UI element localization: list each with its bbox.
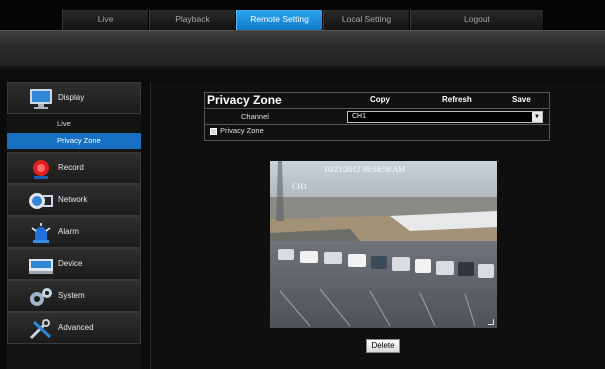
main-nav: Live Playback Remote Setting Local Setti… [62, 10, 544, 30]
channel-row: Channel CH1 ▼ [204, 110, 550, 125]
save-button[interactable]: Save [512, 95, 531, 104]
system-gears-icon [30, 288, 52, 306]
sidebar: Display Live Privacy Zone Record Network… [7, 82, 141, 369]
video-timestamp: 10/21/2012 09:58:58 AM [324, 165, 406, 174]
sidebar-item-label: System [58, 291, 85, 300]
sidebar-subitem-live[interactable]: Live [7, 116, 141, 132]
page-title: Privacy Zone [207, 93, 282, 107]
tab-playback[interactable]: Playback [149, 10, 236, 30]
tab-live[interactable]: Live [62, 10, 149, 30]
tab-remote-setting[interactable]: Remote Setting [236, 10, 323, 30]
channel-select[interactable]: CH1 ▼ [347, 111, 543, 123]
sidebar-item-system[interactable]: System [7, 280, 141, 312]
sidebar-item-label: Advanced [58, 323, 94, 332]
sidebar-item-label: Alarm [58, 227, 79, 236]
panel-header: Privacy Zone Copy Refresh Save [204, 92, 550, 109]
copy-button[interactable]: Copy [370, 95, 390, 104]
resize-handle-icon[interactable] [488, 319, 494, 325]
alarm-icon [31, 223, 51, 243]
camera-preview[interactable]: 10/21/2012 09:58:58 AM CH1 [270, 161, 497, 328]
sidebar-item-advanced[interactable]: Advanced [7, 312, 141, 344]
privacy-zone-checkbox-label: Privacy Zone [220, 126, 264, 135]
channel-value: CH1 [352, 113, 367, 120]
sidebar-item-label: Record [58, 163, 84, 172]
sidebar-item-device[interactable]: Device [7, 248, 141, 280]
sidebar-item-alarm[interactable]: Alarm [7, 216, 141, 248]
tab-logout[interactable]: Logout [410, 10, 544, 30]
sidebar-subitem-privacy-zone[interactable]: Privacy Zone [7, 133, 141, 149]
sidebar-item-display[interactable]: Display [7, 82, 141, 114]
header-divider [0, 66, 605, 70]
tab-local-setting[interactable]: Local Setting [323, 10, 410, 30]
sidebar-item-label: Device [58, 259, 83, 268]
sidebar-item-label: Network [58, 195, 88, 204]
video-channel-label: CH1 [292, 182, 308, 191]
top-bar: Live Playback Remote Setting Local Setti… [0, 0, 605, 30]
header-banner [0, 30, 605, 66]
channel-label: Channel [241, 112, 269, 121]
chevron-down-icon[interactable]: ▼ [532, 112, 542, 122]
tools-icon [29, 319, 52, 340]
sidebar-item-record[interactable]: Record [7, 152, 141, 184]
privacy-zone-row: Privacy Zone [204, 125, 550, 141]
device-icon [29, 259, 53, 274]
privacy-zone-checkbox[interactable] [210, 128, 217, 135]
monitor-icon [30, 89, 52, 109]
record-icon [33, 160, 49, 179]
sidebar-item-network[interactable]: Network [7, 184, 141, 216]
network-icon [29, 193, 53, 209]
main-content: Privacy Zone Copy Refresh Save Channel C… [150, 82, 605, 369]
refresh-button[interactable]: Refresh [442, 95, 472, 104]
delete-button[interactable]: Delete [366, 339, 400, 353]
sidebar-item-label: Display [58, 93, 85, 102]
